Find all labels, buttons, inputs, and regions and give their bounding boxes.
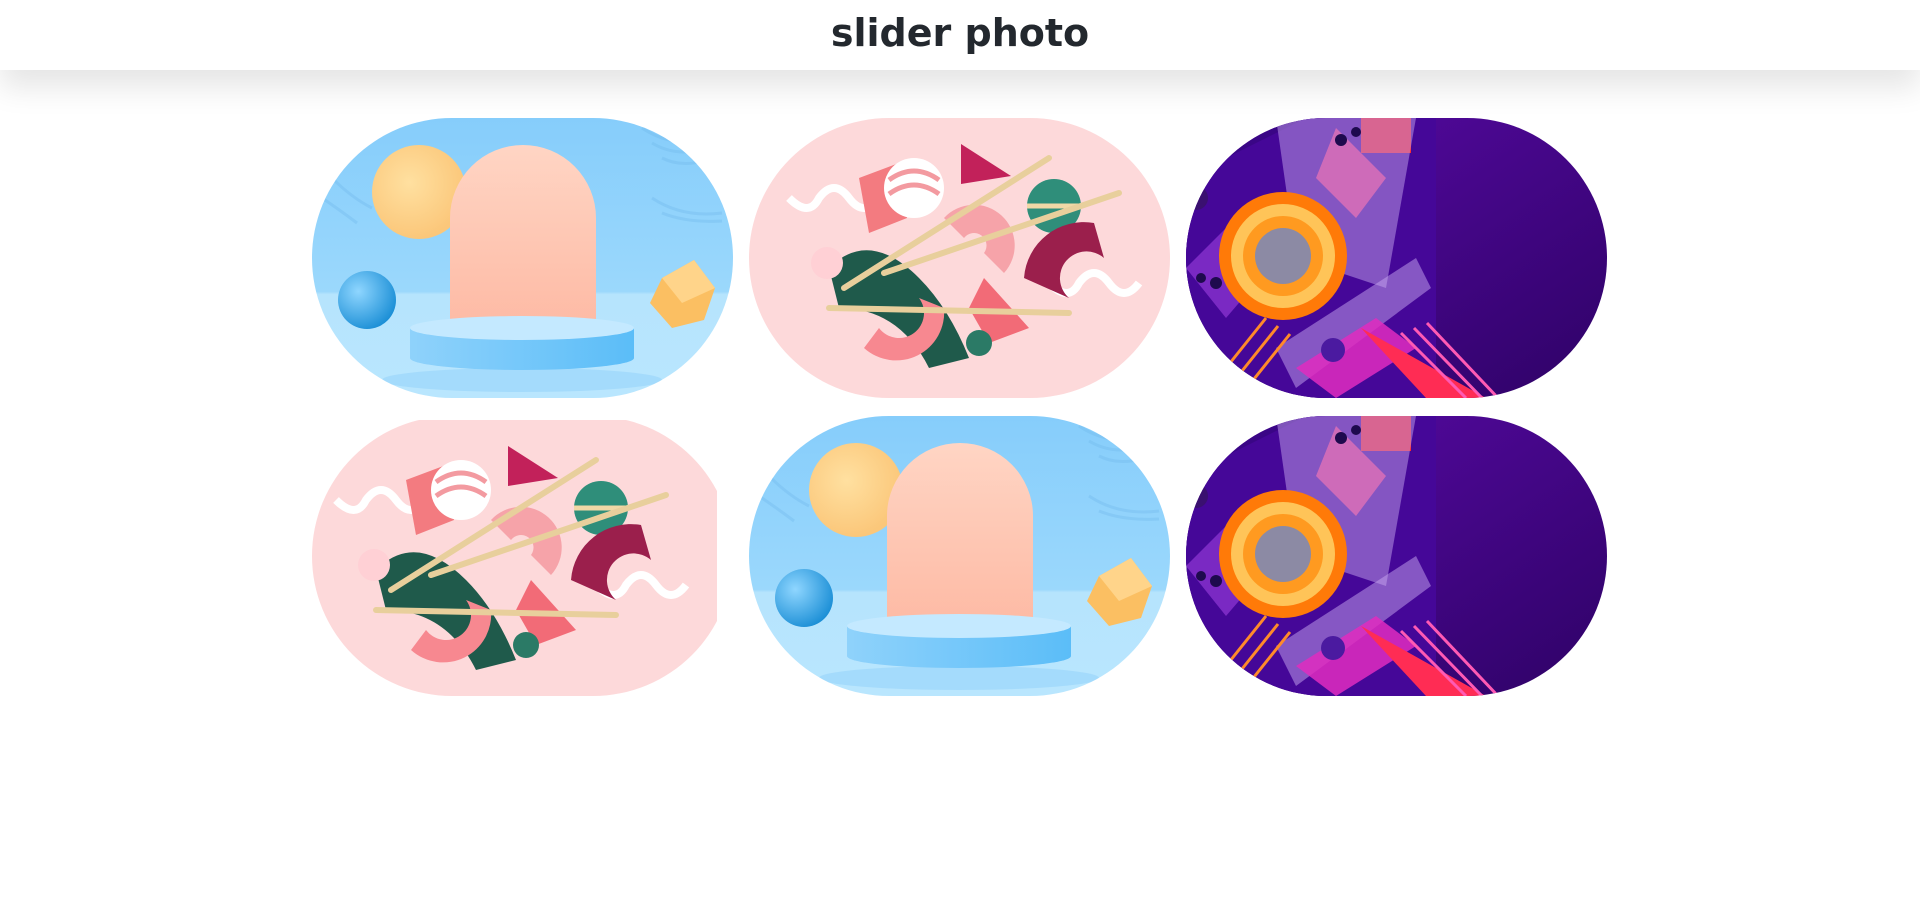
page-header: slider photo bbox=[0, 0, 1920, 70]
photo-gallery bbox=[312, 118, 1607, 696]
gallery-item-3[interactable] bbox=[1186, 118, 1607, 398]
page-title: slider photo bbox=[830, 11, 1090, 55]
gallery-item-2[interactable] bbox=[749, 118, 1170, 398]
gallery-item-1[interactable] bbox=[312, 118, 733, 398]
gallery-item-6[interactable] bbox=[1186, 416, 1607, 696]
podium-scene-image bbox=[312, 118, 733, 398]
gallery-item-4[interactable] bbox=[312, 416, 733, 696]
abstract-candy-image bbox=[749, 118, 1170, 398]
geometric-purple-image bbox=[1186, 118, 1607, 398]
podium-scene-image bbox=[749, 416, 1170, 696]
gallery-item-5[interactable] bbox=[749, 416, 1170, 696]
geometric-purple-image bbox=[1186, 416, 1607, 696]
abstract-candy-image bbox=[312, 416, 733, 696]
